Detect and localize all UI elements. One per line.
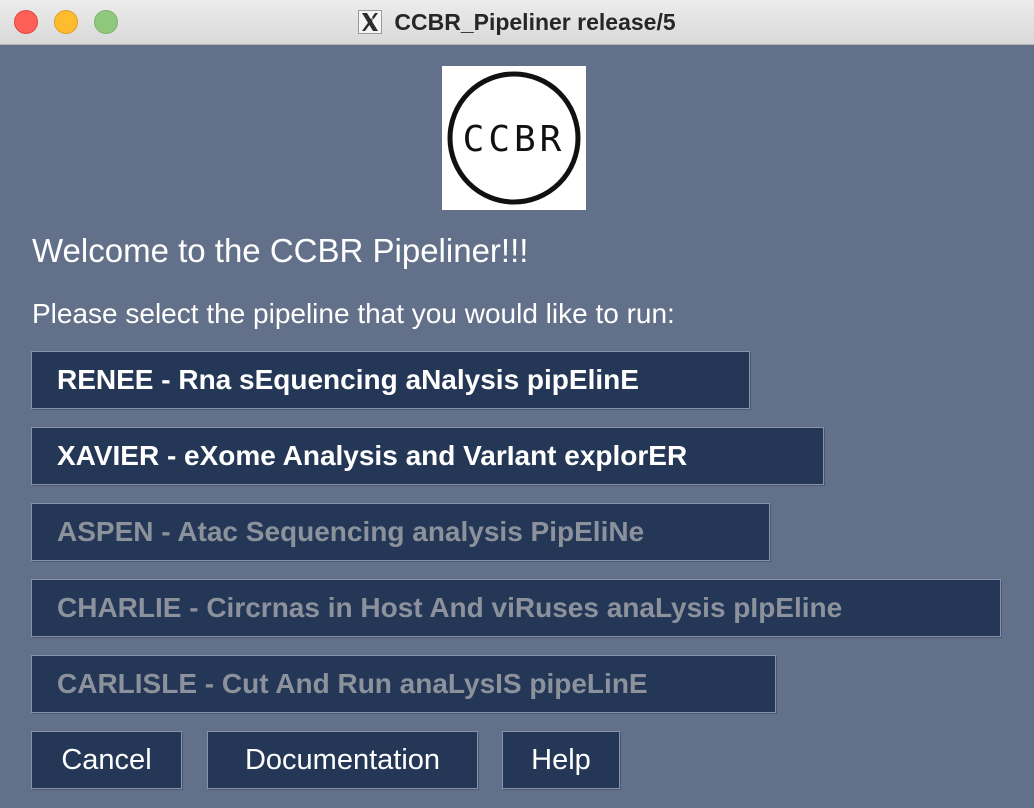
carlisle-pipeline-button[interactable]: CARLISLE - Cut And Run anaLysIS pipeLinE [31,655,776,713]
title-bar[interactable]: CCBR_Pipeliner release/5 [0,0,1034,45]
cancel-button[interactable]: Cancel [31,731,182,789]
documentation-button[interactable]: Documentation [207,731,478,789]
pipeline-prompt: Please select the pipeline that you woul… [32,298,675,329]
welcome-heading: Welcome to the CCBR Pipeliner!!! [32,232,529,269]
renee-pipeline-button[interactable]: RENEE - Rna sEquencing aNalysis pipElinE [31,351,750,409]
ccbr-logo: CCBR [442,66,586,210]
help-button[interactable]: Help [502,731,620,789]
aspen-pipeline-button[interactable]: ASPEN - Atac Sequencing analysis PipEliN… [31,503,770,561]
window-title: CCBR_Pipeliner release/5 [394,8,676,35]
xavier-pipeline-button[interactable]: XAVIER - eXome Analysis and VarIant expl… [31,427,824,485]
app-window: CCBR_Pipeliner release/5 CCBR Welcome to… [0,0,1034,808]
logo-text: CCBR [463,119,566,160]
x11-icon [358,10,383,34]
charlie-pipeline-button[interactable]: CHARLIE - Circrnas in Host And viRuses a… [31,579,1001,637]
window-title-group: CCBR_Pipeliner release/5 [0,0,1034,44]
